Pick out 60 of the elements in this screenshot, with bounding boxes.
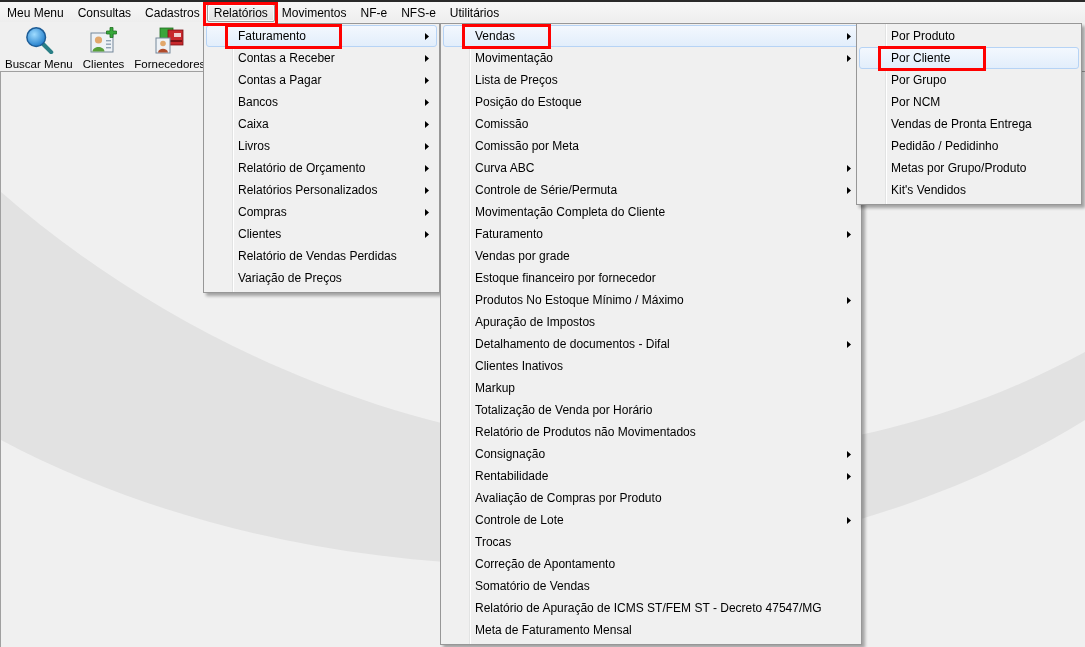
menu-item[interactable]: Comissão por Meta <box>443 135 859 157</box>
menu-item[interactable]: Estoque financeiro por fornecedor <box>443 267 859 289</box>
menu-bar-item[interactable]: Cadastros <box>138 4 207 22</box>
toolbar-button[interactable]: Clientes <box>80 24 127 71</box>
menu-item[interactable]: Controle de Lote <box>443 509 859 531</box>
menu-item[interactable]: Relatórios Personalizados <box>206 179 437 201</box>
menu-item[interactable]: Apuração de Impostos <box>443 311 859 333</box>
menu-item[interactable]: Markup <box>443 377 859 399</box>
menu-item[interactable]: Lista de Preços <box>443 69 859 91</box>
menu-item[interactable]: Posição do Estoque <box>443 91 859 113</box>
menu-item[interactable]: Relatório de Vendas Perdidas <box>206 245 437 267</box>
menu-item[interactable]: Vendas <box>443 25 859 47</box>
menu-item[interactable]: Consignação <box>443 443 859 465</box>
menu-bar-item[interactable]: NF-e <box>353 4 395 22</box>
add-person-card-icon <box>89 26 118 54</box>
menu-bar-item[interactable]: Consultas <box>70 4 139 22</box>
menu-item[interactable]: Compras <box>206 201 437 223</box>
menu-item[interactable]: Pedidão / Pedidinho <box>859 135 1079 157</box>
menu-item[interactable]: Totalização de Venda por Horário <box>443 399 859 421</box>
menu-item[interactable]: Meta de Faturamento Mensal <box>443 619 859 641</box>
menu-item[interactable]: Vendas de Pronta Entrega <box>859 113 1079 135</box>
menu-item[interactable]: Detalhamento de documentos - Difal <box>443 333 859 355</box>
menu-item[interactable]: Relatório de Orçamento <box>206 157 437 179</box>
menu-bar-item[interactable]: NFS-e <box>394 4 443 22</box>
menu-item[interactable]: Bancos <box>206 91 437 113</box>
menu-item[interactable]: Variação de Preços <box>206 267 437 289</box>
menu-item[interactable]: Produtos No Estoque Mínimo / Máximo <box>443 289 859 311</box>
menu-item[interactable]: Avaliação de Compras por Produto <box>443 487 859 509</box>
menu-item[interactable]: Contas a Pagar <box>206 69 437 91</box>
menu-item[interactable]: Rentabilidade <box>443 465 859 487</box>
menu-item[interactable]: Correção de Apontamento <box>443 553 859 575</box>
menu-item[interactable]: Caixa <box>206 113 437 135</box>
menu-item[interactable]: Faturamento <box>206 25 437 47</box>
menu-item[interactable]: Por NCM <box>859 91 1079 113</box>
menu-item[interactable]: Vendas por grade <box>443 245 859 267</box>
menu-item[interactable]: Faturamento <box>443 223 859 245</box>
menu-item[interactable]: Movimentação <box>443 47 859 69</box>
menu-item[interactable]: Controle de Série/Permuta <box>443 179 859 201</box>
menu-item[interactable]: Movimentação Completa do Cliente <box>443 201 859 223</box>
search-icon <box>23 26 54 54</box>
menu-item[interactable]: Livros <box>206 135 437 157</box>
menu-item[interactable]: Curva ABC <box>443 157 859 179</box>
menu-item[interactable]: Trocas <box>443 531 859 553</box>
menu-item[interactable]: Comissão <box>443 113 859 135</box>
menu-item[interactable]: Clientes <box>206 223 437 245</box>
menu-item[interactable]: Kit's Vendidos <box>859 179 1079 201</box>
menu-item[interactable]: Por Cliente <box>859 47 1079 69</box>
menu-bar-item[interactable]: Movimentos <box>274 4 354 22</box>
menu-bar-item[interactable]: Utilitários <box>442 4 507 22</box>
menu-item[interactable]: Relatório de Apuração de ICMS ST/FEM ST - Decreto 47547/MG <box>443 597 859 619</box>
menu-item[interactable]: Metas por Grupo/Produto <box>859 157 1079 179</box>
menu-item[interactable]: Por Produto <box>859 25 1079 47</box>
menu-item[interactable]: Relatório de Produtos não Movimentados <box>443 421 859 443</box>
menu-bar-item[interactable]: Meu Menu <box>0 4 71 22</box>
person-card-with-truck-icon <box>154 26 185 54</box>
toolbar-button[interactable]: Buscar Menu <box>3 24 75 71</box>
menu-item[interactable]: Por Grupo <box>859 69 1079 91</box>
menu-item[interactable]: Somatório de Vendas <box>443 575 859 597</box>
menu-item[interactable]: Contas a Receber <box>206 47 437 69</box>
menu-item[interactable]: Clientes Inativos <box>443 355 859 377</box>
